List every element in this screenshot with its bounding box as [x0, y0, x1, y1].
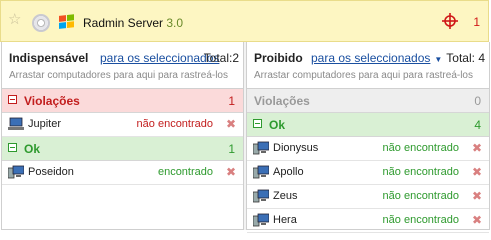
list-item[interactable]: Jupiter não encontrado ✖ [2, 113, 243, 137]
remove-icon[interactable]: ✖ [472, 141, 482, 155]
cd-icon [32, 14, 50, 32]
desktop-icon [8, 165, 24, 179]
alert-count: 1 [473, 15, 480, 29]
computer-name: Hera [273, 214, 297, 226]
status-text: não encontrado [382, 190, 459, 202]
status-text: encontrado [157, 166, 213, 178]
panel-header: Proibido para os seleccionados ▼ Total: 4… [247, 42, 489, 89]
group-ok[interactable]: Ok 1 [2, 137, 243, 161]
panel-hint: Arrastar computadores para aqui para ras… [9, 70, 228, 81]
app-version: 3.0 [166, 16, 184, 30]
panel-total: Total:2 [203, 51, 239, 65]
group-violations[interactable]: Violações 1 [2, 89, 243, 113]
app-title: Radmin Server 3.0 [83, 16, 183, 30]
collapse-icon[interactable] [253, 119, 262, 128]
panel-proibido: Proibido para os seleccionados ▼ Total: 4… [246, 42, 490, 233]
panel-total: Total: 4 [446, 51, 485, 65]
list-item[interactable]: Poseidon encontrado ✖ [2, 161, 243, 185]
desktop-icon [253, 165, 269, 179]
star-icon[interactable]: ☆ [8, 12, 21, 27]
list-item[interactable]: Apollo não encontrado ✖ [247, 161, 489, 185]
group-count: 4 [474, 118, 481, 132]
dropdown-caret-icon[interactable]: ▼ [434, 55, 442, 64]
computer-name: Zeus [273, 190, 298, 202]
for-selected-link[interactable]: para os seleccionados ▼ [311, 51, 442, 65]
remove-icon[interactable]: ✖ [226, 117, 236, 131]
panel-hint: Arrastar computadores para aqui para ras… [254, 70, 473, 81]
target-icon[interactable] [442, 13, 458, 29]
computer-name: Dionysus [273, 142, 319, 154]
group-count: 1 [228, 142, 235, 156]
group-label: Violações [254, 94, 310, 108]
panel-indispensavel: Indispensável para os seleccionados Tota… [1, 42, 244, 230]
status-text: não encontrado [382, 166, 459, 178]
group-count: 0 [474, 94, 481, 108]
remove-icon[interactable]: ✖ [226, 165, 236, 179]
computer-name: Apollo [273, 166, 304, 178]
computer-name: Jupiter [28, 118, 62, 130]
for-selected-label: para os seleccionados [311, 51, 431, 65]
desktop-icon [253, 213, 269, 227]
status-text: não encontrado [136, 118, 213, 130]
app-title-bar: ☆ Radmin Server 3.0 1 [0, 0, 489, 42]
group-violations[interactable]: Violações 0 [247, 89, 489, 113]
laptop-icon [8, 117, 24, 130]
group-label: Ok [269, 118, 286, 132]
group-count: 1 [228, 94, 235, 108]
remove-icon[interactable]: ✖ [472, 189, 482, 203]
list-item[interactable]: Hera não encontrado ✖ [247, 209, 489, 233]
remove-icon[interactable]: ✖ [472, 213, 482, 227]
computer-name: Poseidon [28, 166, 74, 178]
group-ok[interactable]: Ok 4 [247, 113, 489, 137]
remove-icon[interactable]: ✖ [472, 165, 482, 179]
collapse-icon[interactable] [8, 143, 17, 152]
list-item[interactable]: Dionysus não encontrado ✖ [247, 137, 489, 161]
status-text: não encontrado [382, 214, 459, 226]
desktop-icon [253, 141, 269, 155]
panel-title: Proibido [254, 51, 303, 65]
desktop-icon [253, 189, 269, 203]
group-label: Ok [24, 142, 41, 156]
panel-header: Indispensável para os seleccionados Tota… [2, 42, 243, 89]
group-label: Violações [24, 94, 80, 108]
for-selected-link[interactable]: para os seleccionados [100, 51, 219, 65]
panel-title: Indispensável [9, 51, 89, 65]
app-name: Radmin Server [83, 16, 164, 30]
status-text: não encontrado [382, 142, 459, 154]
collapse-icon[interactable] [8, 95, 17, 104]
windows-icon [59, 14, 75, 30]
list-item[interactable]: Zeus não encontrado ✖ [247, 185, 489, 209]
